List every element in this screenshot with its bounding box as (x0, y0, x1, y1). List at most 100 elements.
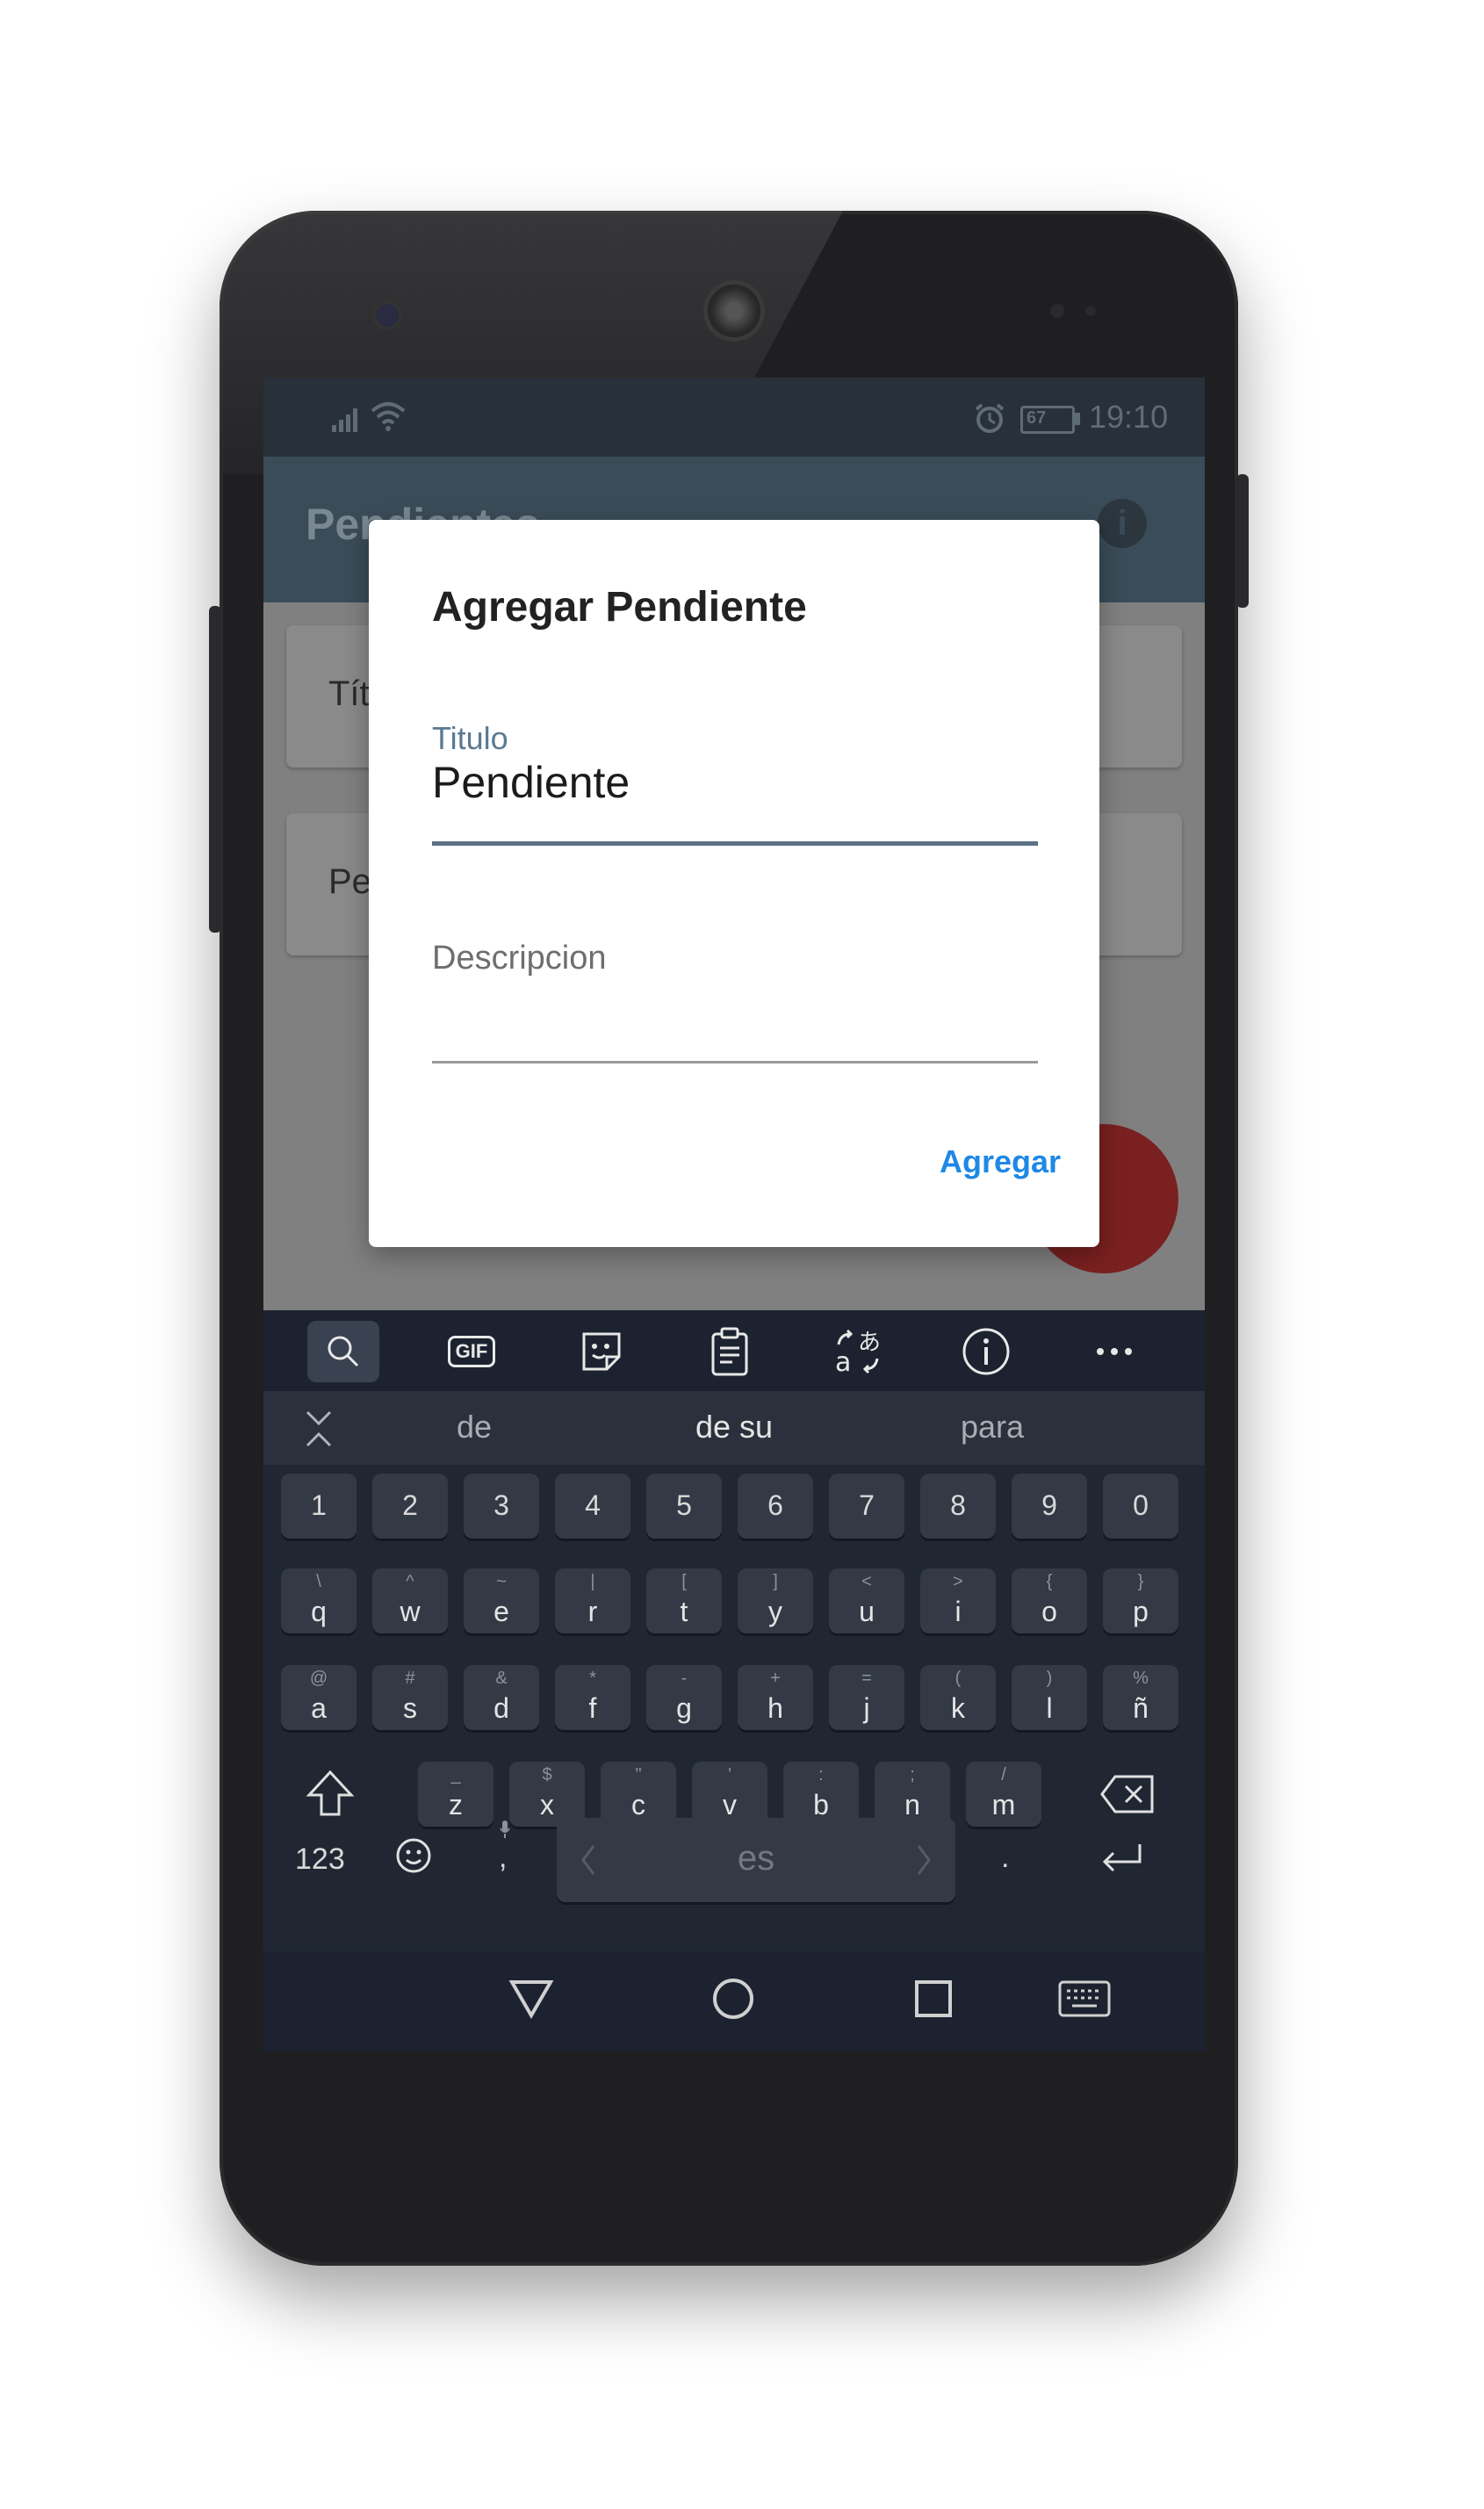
key-7[interactable]: 7 (829, 1474, 904, 1539)
key-label: v (723, 1789, 737, 1820)
key-u[interactable]: < u (829, 1568, 904, 1633)
descripcion-input[interactable]: Descripcion (432, 940, 607, 977)
key-y[interactable]: ] y (738, 1568, 813, 1633)
sticker-icon[interactable] (566, 1321, 638, 1382)
mic-icon (500, 1820, 510, 1838)
key-r[interactable]: | r (555, 1568, 630, 1633)
agregar-button[interactable]: Agregar (940, 1143, 1061, 1180)
suggestion-2[interactable]: de su (695, 1409, 773, 1446)
key-a[interactable]: @ a (281, 1665, 357, 1730)
key-b[interactable]: :b (783, 1762, 859, 1827)
key-t[interactable]: [t (646, 1568, 722, 1633)
key-alt-label: - (681, 1669, 688, 1688)
key-label: q (311, 1596, 327, 1627)
suggestion-3[interactable]: para (961, 1409, 1024, 1446)
key-8[interactable]: 8 (920, 1474, 996, 1539)
proximity-sensor (1050, 304, 1064, 318)
key-f[interactable]: * f (555, 1665, 630, 1730)
key-k[interactable]: (k (920, 1665, 996, 1730)
keyboard-switch-icon[interactable] (1054, 1972, 1115, 2025)
key-alt-label: < (861, 1572, 872, 1591)
suggestion-1[interactable]: de (457, 1409, 492, 1446)
period-key[interactable]: . (1001, 1841, 1009, 1875)
key-6[interactable]: 6 (738, 1474, 813, 1539)
key-i[interactable]: > i (920, 1568, 996, 1633)
search-icon[interactable] (307, 1321, 379, 1382)
key-label: j (863, 1692, 870, 1724)
key-alt-label: $ (542, 1765, 552, 1784)
comma-key[interactable]: , (499, 1841, 507, 1875)
key-label: 1 (311, 1489, 327, 1521)
chevron-right-icon (917, 1845, 931, 1875)
key-alt-label: _ (450, 1765, 461, 1784)
key-2[interactable]: 2 (372, 1474, 448, 1539)
key-0[interactable]: 0 (1103, 1474, 1178, 1539)
key-label: r (587, 1596, 598, 1627)
key-ñ[interactable]: % ñ (1103, 1665, 1178, 1730)
back-icon[interactable] (501, 1972, 562, 2025)
light-sensor (1085, 306, 1096, 316)
keyboard: GIF aあ de de su para 1 2 3 4 5 6 7 8 9 0 \ q (263, 1310, 1205, 2051)
key-label: 8 (950, 1489, 966, 1521)
info-icon[interactable]: i (1098, 499, 1147, 548)
space-key[interactable]: es (557, 1818, 955, 1902)
key-label: i (955, 1596, 962, 1627)
key-label: 9 (1041, 1489, 1057, 1521)
key-alt-label: @ (309, 1669, 328, 1688)
more-icon[interactable] (1078, 1321, 1150, 1382)
key-c[interactable]: " c (601, 1762, 676, 1827)
key-4[interactable]: 4 (555, 1474, 630, 1539)
gif-icon[interactable]: GIF (436, 1321, 508, 1382)
key-alt-label: / (1001, 1765, 1006, 1784)
key-label: w (400, 1596, 421, 1627)
key-3[interactable]: 3 (464, 1474, 539, 1539)
key-v[interactable]: ' v (692, 1762, 767, 1827)
battery-icon: 67 (1020, 406, 1075, 434)
key-label: n (904, 1789, 920, 1820)
key-q[interactable]: \ q (281, 1568, 357, 1633)
info-circle-icon[interactable] (950, 1321, 1022, 1382)
key-5[interactable]: 5 (646, 1474, 722, 1539)
key-alt-label: | (590, 1572, 595, 1591)
battery-level: 67 (1027, 408, 1047, 428)
key-label: 6 (767, 1489, 783, 1521)
key-label: 3 (493, 1489, 509, 1521)
key-d[interactable]: & d (464, 1665, 539, 1730)
key-alt-label: # (405, 1669, 415, 1688)
key-x[interactable]: $ x (509, 1762, 585, 1827)
backspace-icon[interactable] (1099, 1774, 1156, 1814)
key-alt-label: { (1046, 1572, 1053, 1591)
clipboard-icon[interactable] (694, 1321, 766, 1382)
key-m[interactable]: / m (966, 1762, 1041, 1827)
phone-side-button-right (1236, 474, 1249, 608)
key-alt-label: * (589, 1669, 596, 1688)
wifi-icon (371, 402, 406, 431)
key-l[interactable]: ) l (1012, 1665, 1087, 1730)
key-g[interactable]: -g (646, 1665, 722, 1730)
collapse-icon[interactable] (304, 1409, 334, 1449)
recents-icon[interactable] (903, 1972, 964, 2025)
key-z[interactable]: _ z (418, 1762, 493, 1827)
key-o[interactable]: {o (1012, 1568, 1087, 1633)
titulo-input[interactable]: Pendiente (432, 757, 630, 808)
key-p[interactable]: } p (1103, 1568, 1178, 1633)
key-e[interactable]: ~ e (464, 1568, 539, 1633)
key-n[interactable]: ; n (875, 1762, 950, 1827)
key-9[interactable]: 9 (1012, 1474, 1087, 1539)
symbols-key[interactable]: 123 (295, 1842, 345, 1877)
translate-icon[interactable]: aあ (822, 1321, 894, 1382)
key-s[interactable]: # s (372, 1665, 448, 1730)
key-label: m (991, 1789, 1016, 1820)
home-icon[interactable] (702, 1972, 764, 2025)
key-1[interactable]: 1 (281, 1474, 357, 1539)
svg-text:あ: あ (858, 1330, 881, 1356)
key-j[interactable]: = j (829, 1665, 904, 1730)
key-h[interactable]: + h (738, 1665, 813, 1730)
shift-icon[interactable] (304, 1767, 357, 1820)
enter-icon[interactable] (1099, 1841, 1143, 1874)
key-alt-label: % (1133, 1669, 1149, 1688)
key-label: a (311, 1692, 327, 1724)
emoji-icon[interactable] (395, 1837, 432, 1874)
key-alt-label: & (495, 1669, 508, 1688)
key-w[interactable]: ^ w (372, 1568, 448, 1633)
